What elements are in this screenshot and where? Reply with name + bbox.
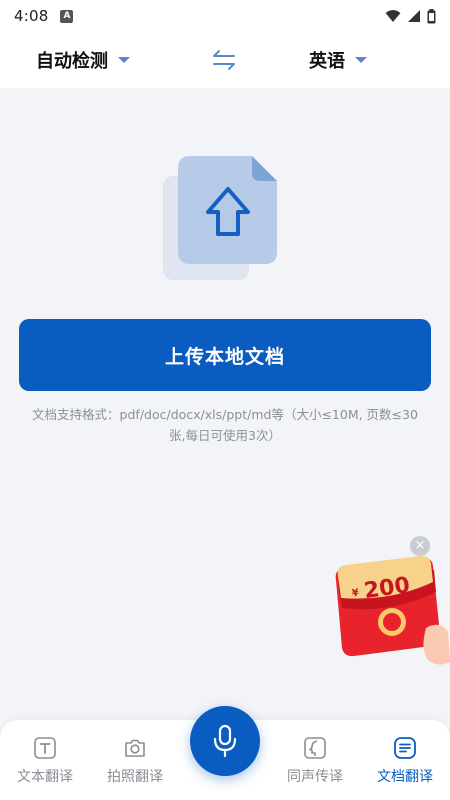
supported-formats-text: 文档支持格式：pdf/doc/docx/xls/ppt/md等（大小≤10M, … <box>32 407 418 443</box>
microphone-button[interactable] <box>190 706 260 776</box>
signal-icon <box>408 10 420 22</box>
battery-icon <box>427 8 436 23</box>
nav-photo-translate[interactable]: 拍照翻译 <box>95 720 175 800</box>
status-time: 4:08 <box>14 7 49 25</box>
nav-label: 文本翻译 <box>17 769 73 785</box>
document-icon <box>394 737 416 759</box>
nav-document-translate[interactable]: 文档翻译 <box>365 720 445 800</box>
source-language-label: 自动检测 <box>36 51 108 72</box>
document-upload-icon <box>163 156 277 280</box>
nav-label: 同声传译 <box>287 769 343 785</box>
target-language-label: 英语 <box>309 51 345 72</box>
notification-icon: A <box>60 9 74 23</box>
chevron-down-icon <box>355 57 367 63</box>
red-envelope-icon <box>335 555 450 665</box>
promo-close-button[interactable]: × <box>410 536 430 556</box>
wifi-icon <box>385 10 401 22</box>
chevron-down-icon <box>118 57 130 63</box>
status-bar: 4:08 A <box>0 0 450 32</box>
upload-local-document-button[interactable]: 上传本地文档 <box>19 319 431 391</box>
text-t-icon <box>34 737 56 759</box>
camera-icon <box>125 739 145 757</box>
swap-languages-button[interactable] <box>209 48 239 72</box>
nav-simultaneous-interpretation[interactable]: 同声传译 <box>275 720 355 800</box>
red-envelope-promo[interactable]: ¥ 200 × <box>330 536 450 676</box>
target-language-selector[interactable]: 英语 <box>309 32 367 88</box>
nav-label: 文档翻译 <box>377 769 433 785</box>
source-language-selector[interactable]: 自动检测 <box>36 32 130 88</box>
nav-label: 拍照翻译 <box>107 769 163 785</box>
promo-currency: ¥ <box>351 587 360 600</box>
swap-arrows-icon <box>213 50 235 70</box>
microphone-icon <box>213 724 237 758</box>
language-bar: 自动检测 英语 <box>0 32 450 88</box>
status-icons <box>385 8 436 24</box>
face-profile-icon <box>304 737 326 759</box>
nav-text-translate[interactable]: 文本翻译 <box>5 720 85 800</box>
